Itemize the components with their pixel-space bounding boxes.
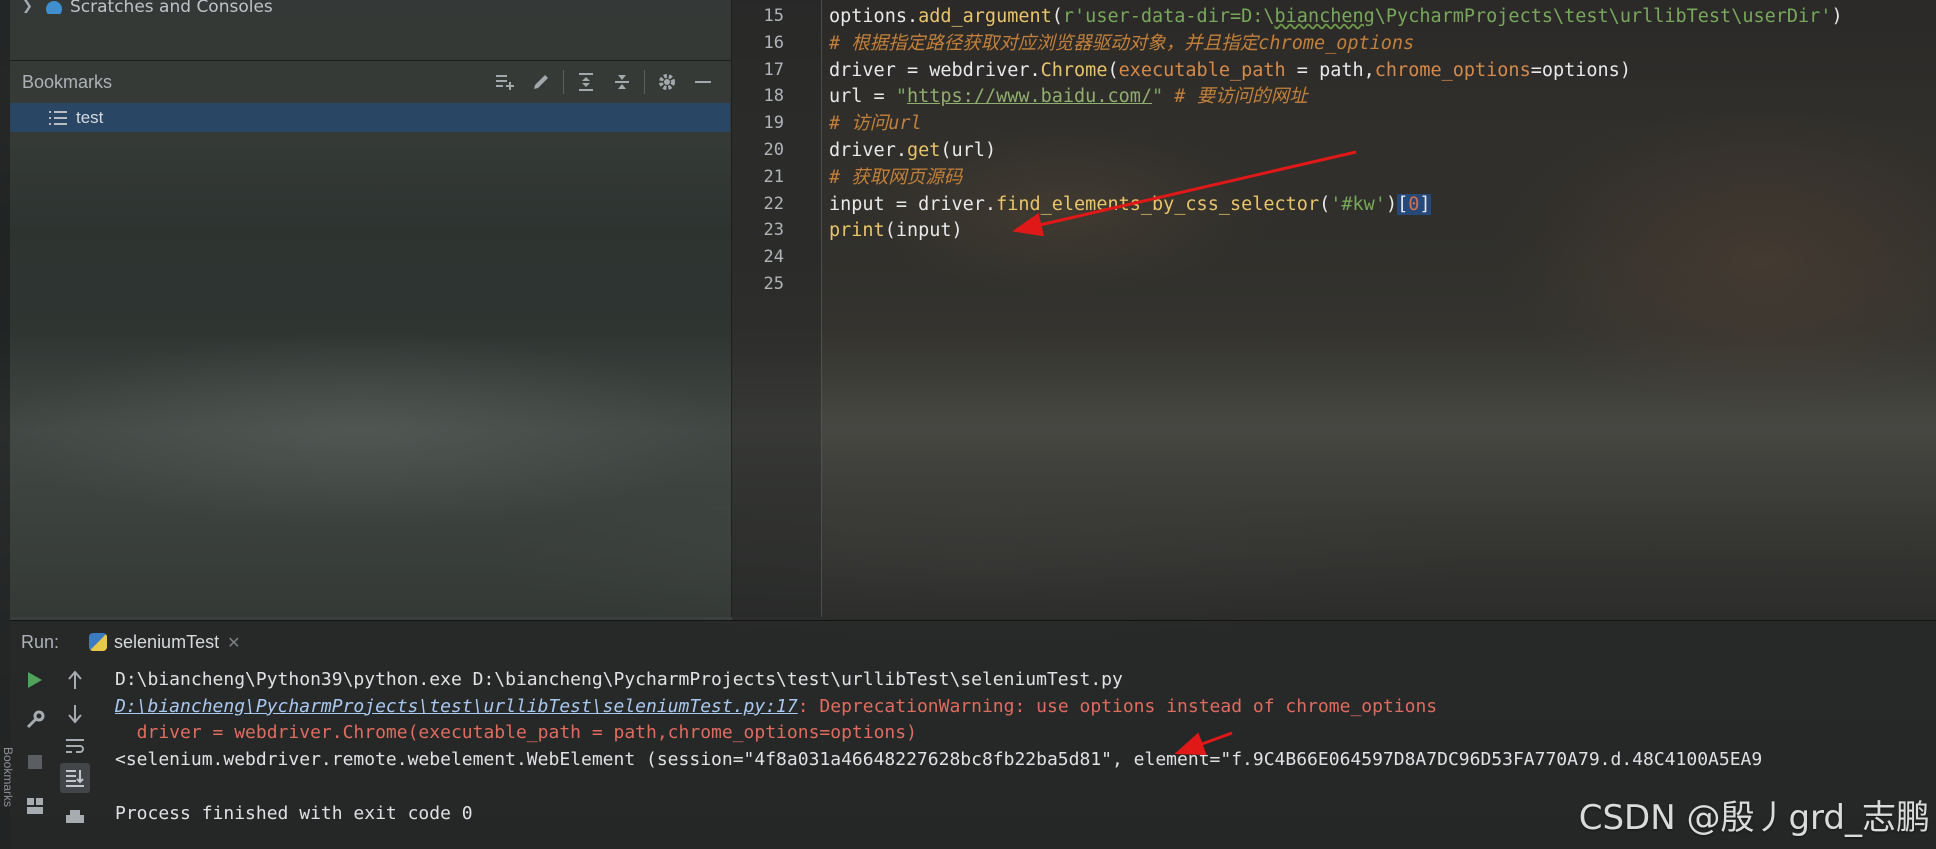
console-line: Process finished with exit code 0 bbox=[115, 797, 473, 830]
code-token: ] bbox=[1419, 193, 1431, 215]
console-file-link[interactable]: D:\biancheng\PycharmProjects\test\urllib… bbox=[115, 696, 798, 717]
code-token: ( bbox=[1107, 59, 1119, 81]
console-line: <selenium.webdriver.remote.webelement.We… bbox=[115, 743, 1762, 776]
code-token: print bbox=[829, 220, 885, 242]
code-token: https://www.baidu.com/ bbox=[906, 86, 1153, 108]
code-token: # 要访问的网址 bbox=[1163, 86, 1308, 108]
code-token: (input) bbox=[884, 220, 963, 242]
bookmarks-toolbar bbox=[487, 62, 721, 102]
run-toolbar bbox=[10, 663, 90, 849]
code-token: chrome_options bbox=[1374, 59, 1531, 81]
code-line[interactable]: print(input) bbox=[829, 214, 963, 247]
code-token: =options) bbox=[1530, 59, 1631, 81]
collapse-all-icon[interactable] bbox=[604, 62, 640, 102]
divider bbox=[563, 70, 564, 94]
console-text: : DeprecationWarning: use options instea… bbox=[797, 695, 1438, 717]
close-icon[interactable]: ✕ bbox=[227, 633, 240, 652]
layout-icon[interactable] bbox=[20, 791, 50, 821]
run-tab-label: seleniumTest bbox=[114, 631, 220, 652]
python-icon bbox=[89, 633, 108, 651]
scroll-to-end-icon[interactable] bbox=[60, 763, 90, 793]
code-token: biancheng bbox=[1274, 6, 1375, 27]
tree-item-label: Scratches and Consoles bbox=[70, 0, 273, 14]
divider bbox=[10, 60, 731, 61]
project-panel: ❯ Scratches and Consoles Bookmarks test bbox=[10, 0, 732, 617]
code-token: r'user-data-dir=D:\ bbox=[1062, 6, 1275, 27]
run-header: Run: seleniumTest ✕ bbox=[10, 621, 1936, 663]
code-token: [ bbox=[1397, 193, 1409, 215]
code-token: input = driver. bbox=[829, 193, 997, 215]
wrench-icon[interactable] bbox=[20, 705, 50, 735]
code-token: (url) bbox=[940, 140, 997, 161]
code-token: = path, bbox=[1285, 59, 1375, 81]
code-token: \PycharmProjects\test\urllibTest\userDir… bbox=[1374, 6, 1832, 27]
run-icon[interactable] bbox=[20, 665, 50, 695]
code-token: " bbox=[1152, 86, 1164, 108]
bookmarks-side-tab[interactable]: Bookmarks bbox=[1, 747, 15, 807]
code-token: executable_path bbox=[1118, 59, 1286, 81]
add-list-icon[interactable] bbox=[487, 62, 523, 102]
bookmark-label: test bbox=[76, 107, 104, 127]
code-token: ( bbox=[1051, 6, 1063, 27]
line-number: 25 bbox=[763, 274, 784, 294]
minimize-icon[interactable] bbox=[685, 62, 721, 102]
code-token: add_argument bbox=[918, 6, 1052, 27]
console-text: <selenium.webdriver.remote.webelement.We… bbox=[115, 749, 1763, 771]
code-token: " bbox=[895, 86, 907, 108]
gear-icon[interactable] bbox=[649, 62, 685, 102]
divider bbox=[821, 0, 822, 617]
console-text: driver = webdriver.Chrome(executable_pat… bbox=[115, 722, 917, 744]
bookmarks-title: Bookmarks bbox=[22, 71, 113, 92]
arrow-down-icon[interactable] bbox=[60, 699, 90, 729]
code-token: ) bbox=[1385, 193, 1398, 215]
code-token: driver. bbox=[829, 140, 907, 161]
console-text: Process finished with exit code 0 bbox=[115, 802, 473, 824]
code-token: options. bbox=[829, 6, 919, 27]
scratches-icon bbox=[46, 1, 62, 14]
code-token: get bbox=[906, 140, 941, 161]
bookmarks-header: Bookmarks bbox=[10, 62, 731, 102]
edit-icon[interactable] bbox=[523, 62, 559, 102]
left-tool-strip bbox=[0, 0, 10, 849]
code-token: 0 bbox=[1408, 193, 1420, 215]
bookmark-item[interactable]: test bbox=[10, 103, 730, 132]
code-token: Chrome bbox=[1040, 59, 1108, 81]
soft-wrap-icon[interactable] bbox=[60, 731, 90, 761]
expand-all-icon[interactable] bbox=[568, 62, 604, 102]
tree-item-scratches[interactable]: ❯ Scratches and Consoles bbox=[10, 0, 731, 14]
list-icon bbox=[48, 110, 68, 126]
code-token: ) bbox=[1831, 6, 1843, 27]
code-token: '#kw' bbox=[1330, 193, 1386, 215]
watermark: CSDN @殷丿grd_志鹏 bbox=[1578, 798, 1930, 838]
print-icon[interactable] bbox=[60, 803, 90, 833]
console-text: D:\biancheng\Python39\python.exe D:\bian… bbox=[115, 669, 1123, 690]
stop-icon[interactable] bbox=[20, 747, 50, 777]
code-token: # 访问url bbox=[829, 113, 922, 135]
code-token: driver = webdriver. bbox=[829, 59, 1041, 81]
code-token: # 根据指定路径获取对应浏览器驱动对象，并且指定chrome_options bbox=[829, 32, 1415, 54]
arrow-up-icon[interactable] bbox=[60, 665, 90, 695]
run-label: Run: bbox=[21, 631, 60, 652]
run-tab-seleniumtest[interactable]: seleniumTest ✕ bbox=[85, 621, 244, 663]
code-token: # 获取网页源码 bbox=[829, 166, 963, 188]
code-token: find_elements_by_css_selector bbox=[996, 193, 1320, 215]
code-token: url = bbox=[829, 86, 896, 108]
code-token: ( bbox=[1319, 193, 1331, 215]
chevron-right-icon[interactable]: ❯ bbox=[22, 0, 36, 14]
divider bbox=[644, 70, 645, 94]
